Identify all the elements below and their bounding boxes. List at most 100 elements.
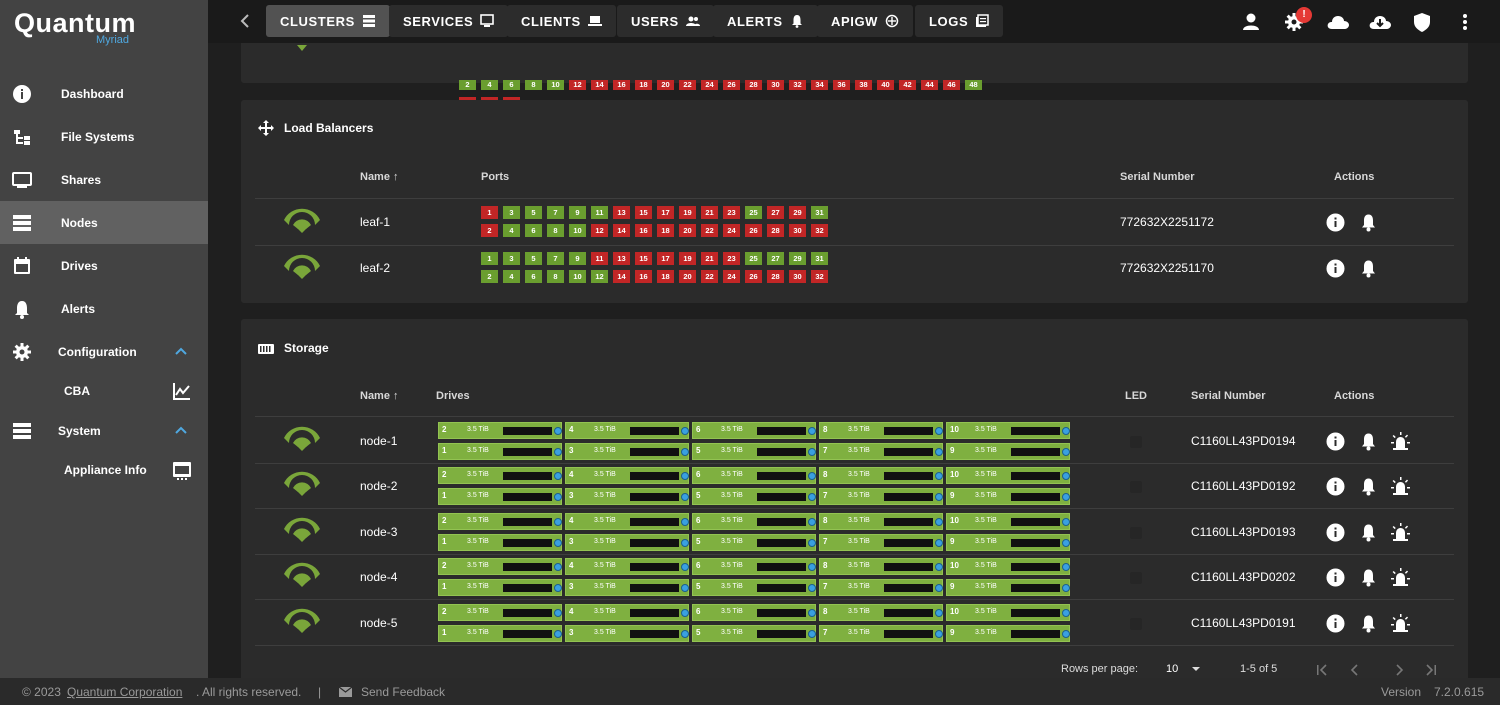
drive-slot[interactable]: 6 3.5 TiB — [692, 603, 816, 621]
drive-slot[interactable]: 4 3.5 TiB — [565, 512, 689, 530]
sidebar-item-configuration[interactable]: Configuration — [0, 330, 208, 373]
drive-slot[interactable]: 4 3.5 TiB — [565, 467, 689, 485]
send-feedback-link[interactable]: Send Feedback — [361, 685, 445, 699]
last-page-icon[interactable] — [1423, 662, 1439, 678]
drive-slot[interactable]: 10 3.5 TiB — [946, 422, 1070, 439]
drive-slot[interactable]: 5 3.5 TiB — [692, 579, 816, 597]
drive-slot[interactable]: 2 3.5 TiB — [438, 512, 562, 530]
drive-slot[interactable]: 3 3.5 TiB — [565, 533, 689, 551]
prev-page-icon[interactable] — [1347, 662, 1363, 678]
drive-slot[interactable]: 9 3.5 TiB — [946, 443, 1070, 460]
more-vert-icon[interactable] — [1454, 11, 1476, 33]
company-link[interactable]: Quantum Corporation — [67, 685, 182, 699]
bell-icon[interactable] — [1359, 568, 1378, 587]
chevron-left-icon[interactable] — [238, 13, 252, 29]
tab-alerts[interactable]: ALERTS — [713, 5, 818, 37]
sidebar-item-dashboard[interactable]: Dashboard — [0, 72, 208, 115]
drive-slot[interactable]: 3 3.5 TiB — [565, 443, 689, 460]
led-indicator[interactable] — [1130, 436, 1142, 448]
drive-slot[interactable]: 6 3.5 TiB — [692, 467, 816, 485]
drive-slot[interactable]: 6 3.5 TiB — [692, 512, 816, 530]
drive-slot[interactable]: 8 3.5 TiB — [819, 422, 943, 439]
info-icon[interactable] — [1326, 432, 1345, 451]
led-indicator[interactable] — [1130, 617, 1142, 630]
drive-slot[interactable]: 5 3.5 TiB — [692, 488, 816, 506]
locate-beacon-icon[interactable] — [1391, 477, 1410, 496]
drive-slot[interactable]: 3 3.5 TiB — [565, 624, 689, 642]
drive-slot[interactable]: 8 3.5 TiB — [819, 512, 943, 530]
next-page-icon[interactable] — [1391, 662, 1407, 678]
sidebar-item-appliance-info[interactable]: Appliance Info — [0, 452, 208, 488]
drive-slot[interactable]: 7 3.5 TiB — [819, 488, 943, 506]
bell-icon[interactable] — [1359, 213, 1378, 232]
drive-slot[interactable]: 2 3.5 TiB — [438, 467, 562, 485]
drive-slot[interactable]: 7 3.5 TiB — [819, 533, 943, 551]
sidebar-item-system[interactable]: System — [0, 409, 208, 452]
drive-slot[interactable]: 6 3.5 TiB — [692, 422, 816, 439]
drive-slot[interactable]: 8 3.5 TiB — [819, 467, 943, 485]
cloud-icon[interactable] — [1326, 11, 1350, 33]
info-icon[interactable] — [1326, 568, 1345, 587]
drive-slot[interactable]: 5 3.5 TiB — [692, 533, 816, 551]
sidebar-item-cba[interactable]: CBA — [0, 373, 208, 409]
drive-slot[interactable]: 10 3.5 TiB — [946, 512, 1070, 530]
cloud-download-icon[interactable] — [1368, 11, 1392, 33]
drive-slot[interactable]: 9 3.5 TiB — [946, 488, 1070, 506]
drive-slot[interactable]: 2 3.5 TiB — [438, 603, 562, 621]
locate-beacon-icon[interactable] — [1391, 613, 1410, 633]
sidebar-item-nodes[interactable]: Nodes — [0, 201, 208, 244]
drive-slot[interactable]: 10 3.5 TiB — [946, 603, 1070, 621]
rows-per-page-select[interactable]: 10 — [1166, 663, 1178, 675]
tab-logs[interactable]: LOGS — [915, 5, 1004, 37]
sidebar-item-alerts[interactable]: Alerts — [0, 287, 208, 330]
bell-icon[interactable] — [1359, 259, 1378, 278]
shield-icon[interactable] — [1411, 11, 1433, 33]
user-icon[interactable] — [1240, 11, 1262, 33]
drive-slot[interactable]: 3 3.5 TiB — [565, 488, 689, 506]
tab-clusters[interactable]: CLUSTERS — [266, 5, 390, 37]
bell-icon[interactable] — [1359, 477, 1378, 496]
drive-slot[interactable]: 10 3.5 TiB — [946, 467, 1070, 485]
drive-slot[interactable]: 3 3.5 TiB — [565, 579, 689, 597]
drive-slot[interactable]: 7 3.5 TiB — [819, 579, 943, 597]
drive-slot[interactable]: 6 3.5 TiB — [692, 558, 816, 576]
locate-beacon-icon[interactable] — [1391, 568, 1410, 587]
node-name[interactable]: node-4 — [360, 570, 397, 584]
led-indicator[interactable] — [1130, 526, 1142, 539]
node-name[interactable]: node-2 — [360, 479, 397, 493]
chevron-up-icon[interactable] — [174, 344, 188, 358]
node-name[interactable]: node-1 — [360, 434, 397, 448]
drive-slot[interactable]: 1 3.5 TiB — [438, 624, 562, 642]
tab-clients[interactable]: CLIENTS — [507, 5, 616, 37]
column-header-name[interactable]: Name ↑ — [360, 171, 399, 183]
drive-slot[interactable]: 2 3.5 TiB — [438, 422, 562, 439]
drive-slot[interactable]: 4 3.5 TiB — [565, 422, 689, 439]
tab-apigw[interactable]: APIGW — [817, 5, 914, 37]
info-icon[interactable] — [1326, 614, 1345, 633]
lb-name[interactable]: leaf-1 — [360, 215, 390, 229]
drive-slot[interactable]: 7 3.5 TiB — [819, 624, 943, 642]
drive-slot[interactable]: 8 3.5 TiB — [819, 558, 943, 576]
lb-name[interactable]: leaf-2 — [360, 261, 390, 275]
drive-slot[interactable]: 4 3.5 TiB — [565, 603, 689, 621]
led-indicator[interactable] — [1130, 481, 1142, 494]
drive-slot[interactable]: 10 3.5 TiB — [946, 558, 1070, 576]
info-icon[interactable] — [1326, 523, 1345, 542]
info-icon[interactable] — [1326, 477, 1345, 496]
sidebar-item-drives[interactable]: Drives — [0, 244, 208, 287]
led-indicator[interactable] — [1130, 572, 1142, 585]
drive-slot[interactable]: 7 3.5 TiB — [819, 443, 943, 460]
drive-slot[interactable]: 1 3.5 TiB — [438, 488, 562, 506]
drive-slot[interactable]: 1 3.5 TiB — [438, 533, 562, 551]
sidebar-item-shares[interactable]: Shares — [0, 158, 208, 201]
caret-down-icon[interactable] — [1190, 663, 1202, 675]
bell-icon[interactable] — [1359, 614, 1378, 633]
node-name[interactable]: node-5 — [360, 616, 397, 630]
drive-slot[interactable]: 9 3.5 TiB — [946, 579, 1070, 597]
drive-slot[interactable]: 9 3.5 TiB — [946, 533, 1070, 551]
drive-slot[interactable]: 1 3.5 TiB — [438, 579, 562, 597]
node-name[interactable]: node-3 — [360, 525, 397, 539]
drive-slot[interactable]: 9 3.5 TiB — [946, 624, 1070, 642]
info-icon[interactable] — [1326, 213, 1345, 232]
drive-slot[interactable]: 5 3.5 TiB — [692, 624, 816, 642]
